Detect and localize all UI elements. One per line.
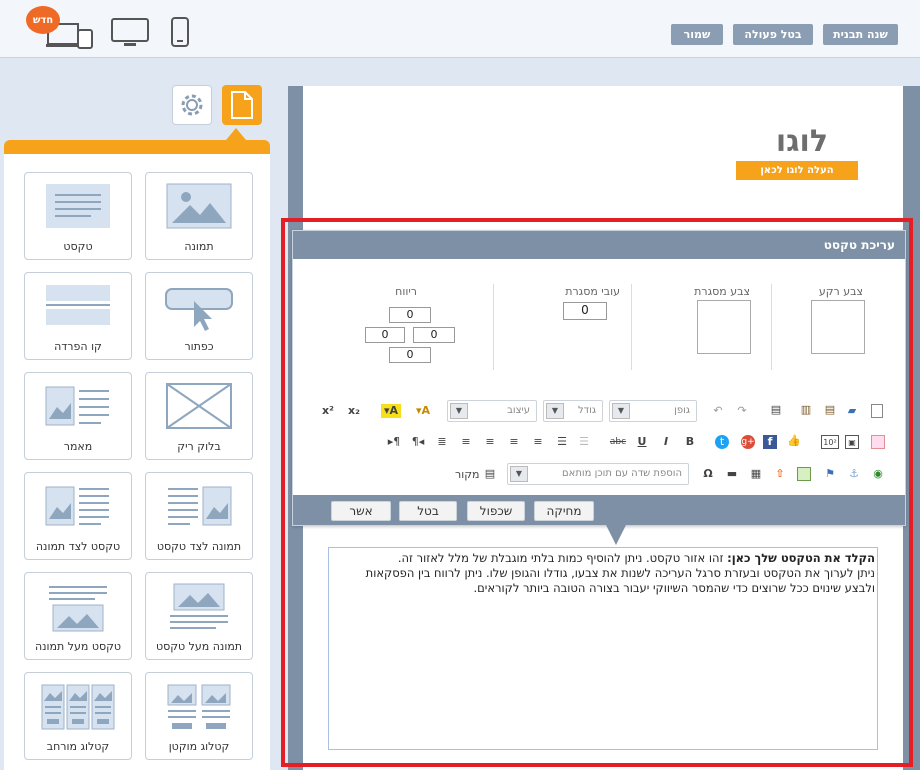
selection-highlight bbox=[281, 218, 913, 767]
block-image-above-text[interactable]: תמונה מעל טקסט bbox=[145, 572, 253, 660]
top-toolbar: שנה תבנית בטל פעולה שמור חדש bbox=[0, 0, 920, 58]
block-text-beside-image[interactable]: טקסט לצד תמונה bbox=[24, 472, 132, 560]
empty-block-icon bbox=[166, 383, 232, 429]
extended-catalog-icon bbox=[41, 684, 115, 730]
undo-button[interactable]: בטל פעולה bbox=[733, 24, 813, 45]
block-compact-catalog[interactable]: קטלוג מוקטן bbox=[145, 672, 253, 760]
block-label: טקסט bbox=[63, 240, 93, 253]
image-beside-text-icon bbox=[168, 486, 232, 526]
compact-catalog-icon bbox=[167, 684, 231, 729]
text-above-image-icon bbox=[49, 586, 107, 632]
gear-icon bbox=[181, 94, 203, 116]
block-label: תמונה מעל טקסט bbox=[155, 640, 243, 653]
page-icon bbox=[231, 91, 253, 119]
block-button[interactable]: כפתור bbox=[145, 272, 253, 360]
block-image[interactable]: תמונה bbox=[145, 172, 253, 260]
block-label: קו הפרדה bbox=[54, 340, 102, 353]
blocks-tab[interactable] bbox=[222, 85, 262, 125]
block-label: תמונה לצד טקסט bbox=[156, 540, 242, 553]
desktop-view-icon[interactable] bbox=[110, 17, 150, 52]
settings-tab[interactable] bbox=[172, 85, 212, 125]
upload-logo-button[interactable]: העלה לוגו לכאן bbox=[736, 161, 858, 180]
save-button[interactable]: שמור bbox=[671, 24, 723, 45]
button-cursor-icon bbox=[165, 288, 233, 331]
text-beside-image-icon bbox=[45, 486, 109, 526]
change-template-button[interactable]: שנה תבנית bbox=[823, 24, 898, 45]
divider-icon bbox=[46, 285, 110, 325]
block-label: מאמר bbox=[63, 440, 93, 453]
logo-placeholder[interactable]: לוגו bbox=[776, 124, 828, 159]
block-label: בלוק ריק bbox=[177, 440, 221, 453]
block-empty[interactable]: בלוק ריק bbox=[145, 372, 253, 460]
block-label: טקסט לצד תמונה bbox=[35, 540, 121, 553]
text-icon bbox=[46, 184, 110, 228]
block-label: תמונה bbox=[184, 240, 214, 253]
article-icon bbox=[45, 386, 109, 426]
block-label: טקסט מעל תמונה bbox=[34, 640, 122, 653]
block-label: קטלוג מורחב bbox=[46, 740, 110, 753]
mobile-view-icon[interactable] bbox=[170, 16, 190, 51]
image-icon bbox=[166, 183, 232, 229]
block-image-beside-text[interactable]: תמונה לצד טקסט bbox=[145, 472, 253, 560]
block-text-above-image[interactable]: טקסט מעל תמונה bbox=[24, 572, 132, 660]
block-label: קטלוג מוקטן bbox=[168, 740, 230, 753]
block-text[interactable]: טקסט bbox=[24, 172, 132, 260]
new-badge: חדש bbox=[26, 6, 60, 34]
block-article[interactable]: מאמר bbox=[24, 372, 132, 460]
panel-pointer bbox=[226, 128, 246, 140]
block-extended-catalog[interactable]: קטלוג מורחב bbox=[24, 672, 132, 760]
image-above-text-icon bbox=[170, 583, 228, 629]
block-divider[interactable]: קו הפרדה bbox=[24, 272, 132, 360]
block-label: כפתור bbox=[184, 340, 214, 353]
